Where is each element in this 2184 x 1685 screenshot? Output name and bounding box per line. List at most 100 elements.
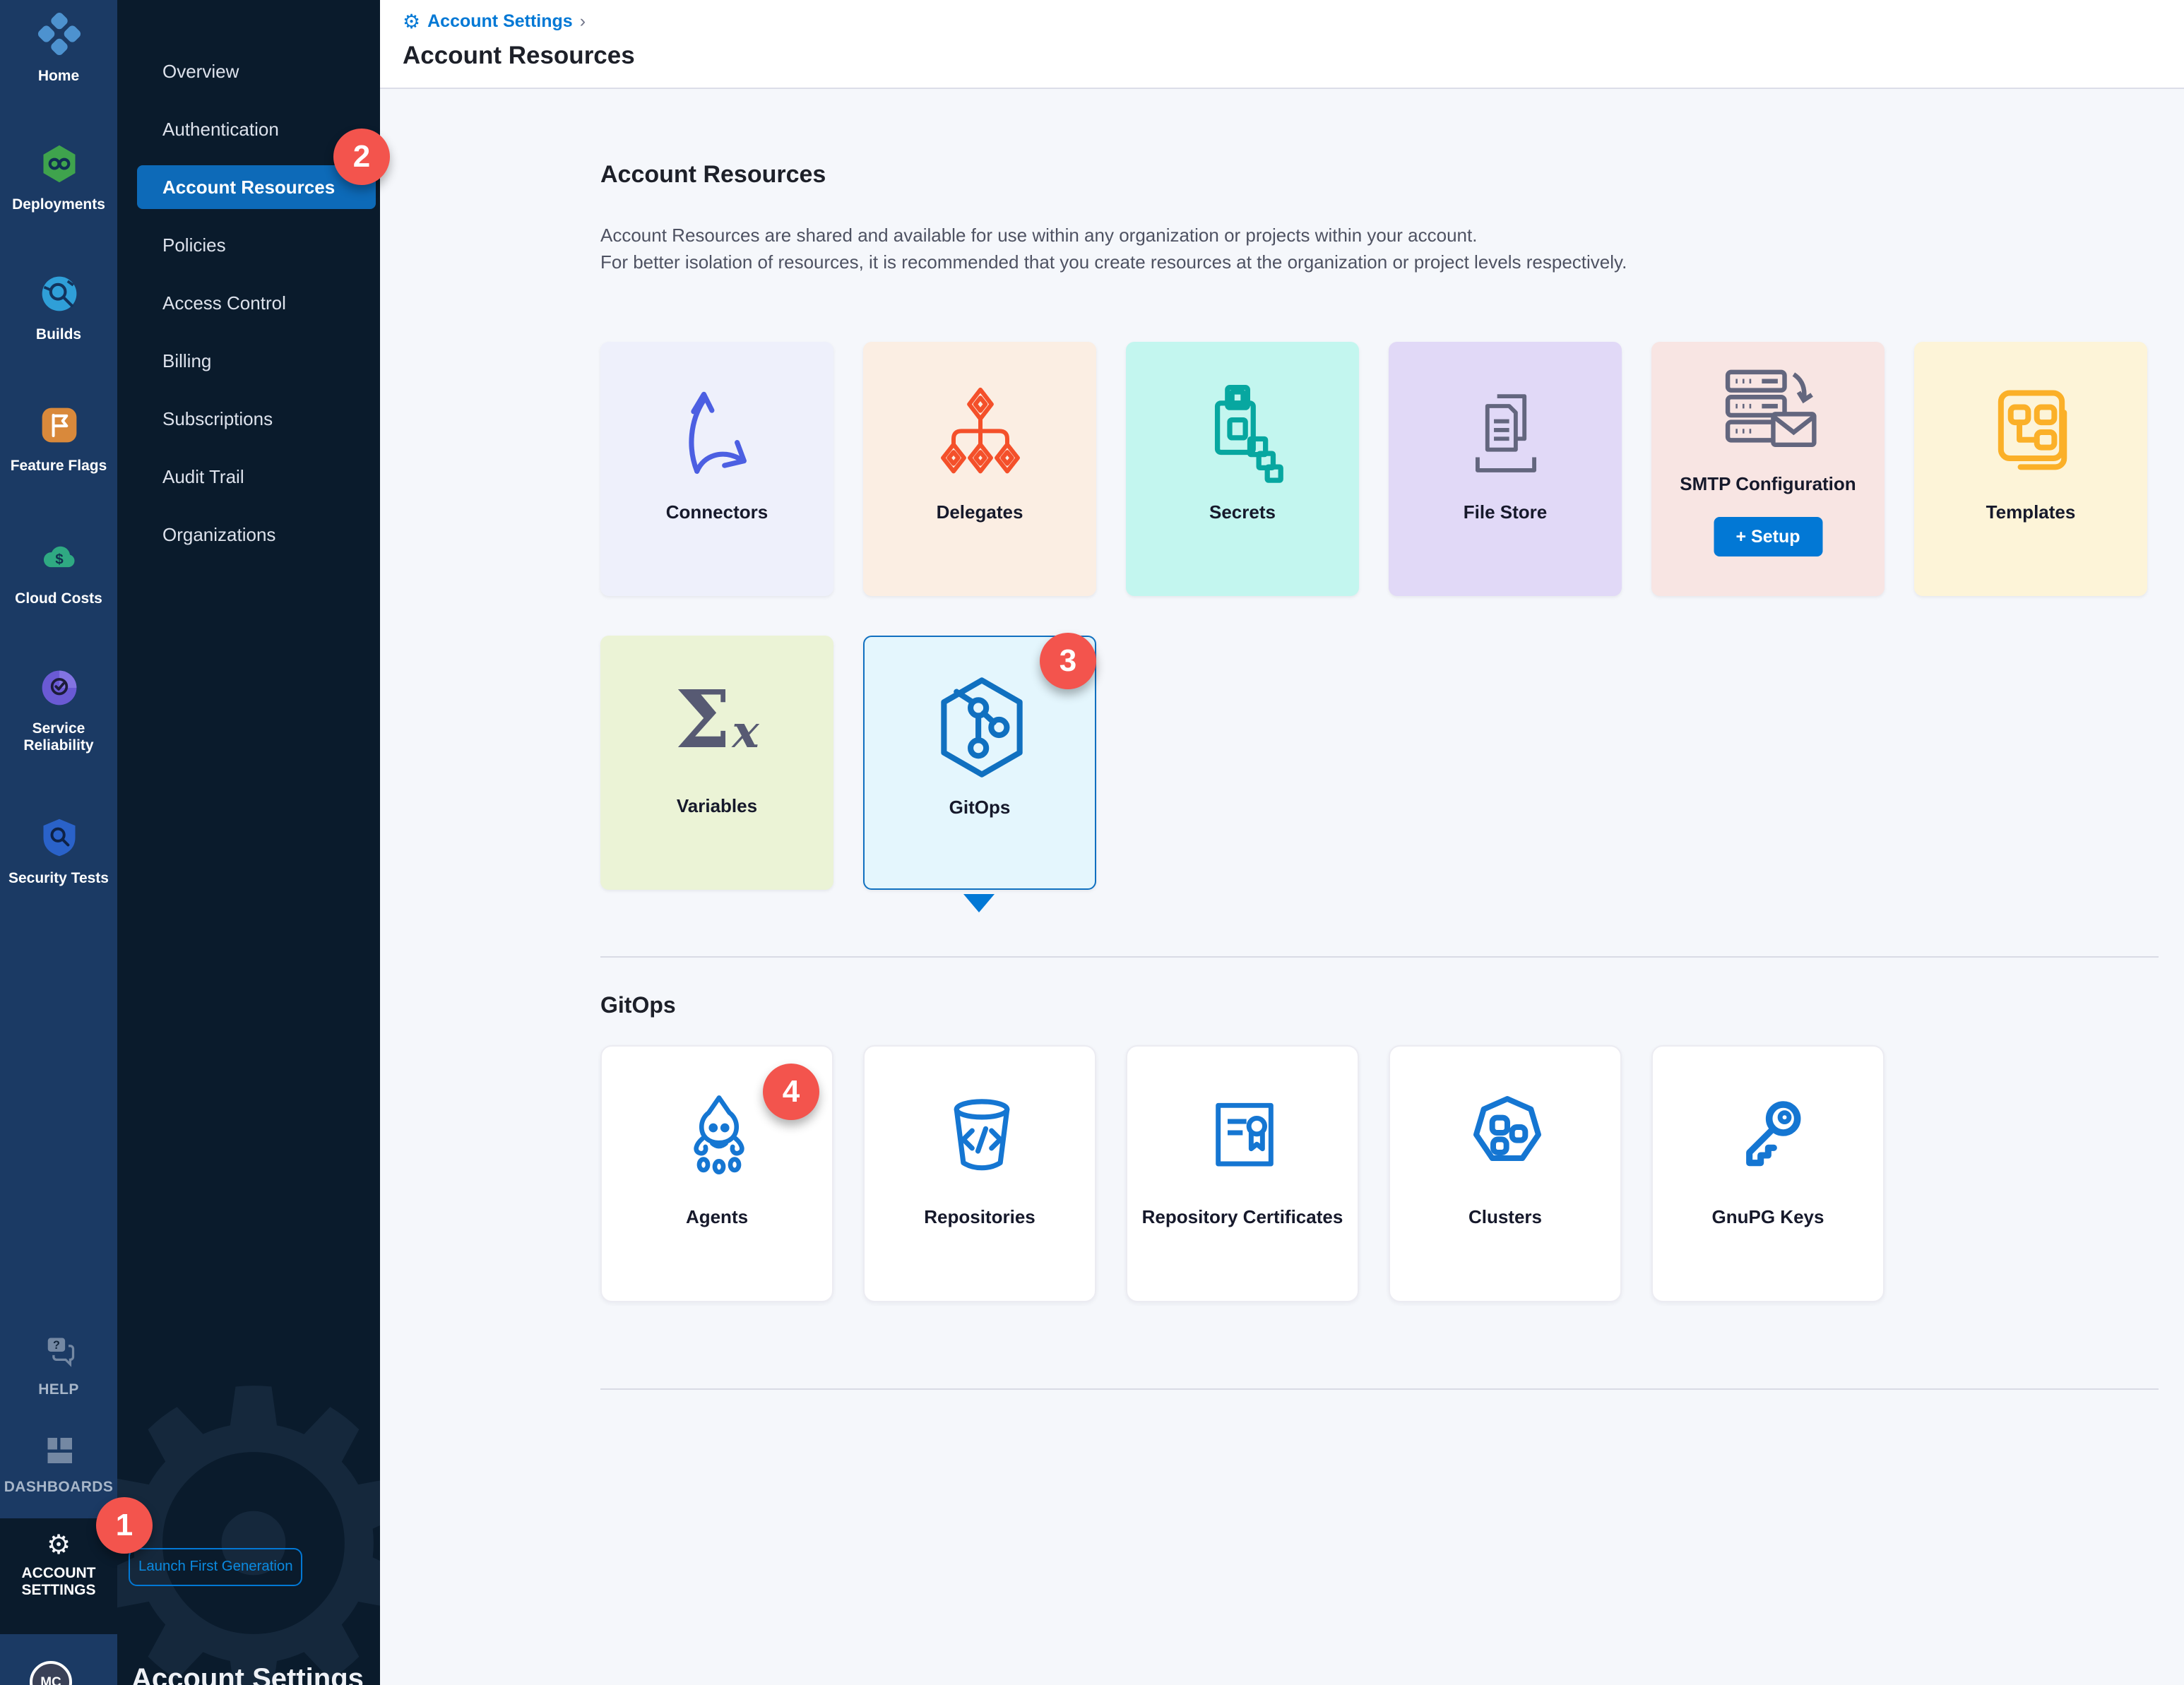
gear-icon: ⚙ bbox=[403, 11, 420, 31]
templates-icon bbox=[1914, 362, 2147, 503]
sidebar-item-label: Service Reliability bbox=[0, 720, 117, 754]
section-title: Account Resources bbox=[600, 161, 826, 189]
sidebar-item-label: Home bbox=[0, 68, 117, 85]
gnupg-keys-icon bbox=[1653, 1075, 1886, 1196]
sidebar-item-cloud-costs[interactable]: $ Cloud Costs bbox=[0, 537, 117, 607]
content-area: Account Resources Account Resources are … bbox=[380, 89, 2184, 1685]
description-line: For better isolation of resources, it is… bbox=[600, 249, 1627, 275]
service-reliability-icon bbox=[0, 667, 117, 716]
sidebar-item-label: Feature Flags bbox=[0, 458, 117, 475]
delegates-icon bbox=[863, 362, 1096, 503]
card-label: Secrets bbox=[1134, 483, 1351, 540]
sidebar-item-help[interactable]: ? HELP bbox=[0, 1333, 117, 1398]
settings-nav-overview[interactable]: Overview bbox=[117, 42, 380, 100]
deployments-icon bbox=[0, 143, 117, 192]
annotation-badge-4: 4 bbox=[763, 1064, 819, 1120]
builds-icon bbox=[0, 273, 117, 322]
sidebar-item-deployments[interactable]: Deployments bbox=[0, 143, 117, 213]
smtp-configuration-icon bbox=[1651, 353, 1885, 477]
description-line: Account Resources are shared and availab… bbox=[600, 223, 1627, 249]
card-file-store[interactable]: File Store bbox=[1389, 342, 1622, 596]
sidebar-item-label: HELP bbox=[0, 1381, 117, 1398]
resource-cards-row-2: Σx Variables GitOps bbox=[600, 636, 1096, 890]
page-title: Account Resources bbox=[403, 41, 635, 71]
app-window: Home Deployments Builds Feature Flags $ … bbox=[0, 0, 2184, 1685]
home-icon bbox=[0, 11, 117, 64]
card-label: GnuPG Keys bbox=[1661, 1188, 1875, 1244]
card-label: SMTP Configuration bbox=[1660, 466, 1876, 500]
settings-nav-footer-title: Account Settings bbox=[131, 1664, 364, 1685]
settings-nav-organizations[interactable]: Organizations bbox=[117, 506, 380, 564]
file-store-icon bbox=[1389, 362, 1622, 503]
card-templates[interactable]: Templates bbox=[1914, 342, 2147, 596]
gear-watermark-icon: ⚙ bbox=[117, 1335, 380, 1685]
cloud-costs-icon: $ bbox=[0, 537, 117, 586]
variables-icon: Σx bbox=[600, 655, 833, 797]
card-label: GitOps bbox=[873, 778, 1086, 835]
connectors-icon bbox=[600, 362, 833, 503]
card-label: Repository Certificates bbox=[1136, 1188, 1349, 1244]
breadcrumb-account-settings-link[interactable]: Account Settings bbox=[427, 11, 573, 31]
section-divider bbox=[600, 956, 2159, 958]
card-label: Variables bbox=[609, 777, 825, 833]
card-gnupg-keys[interactable]: GnuPG Keys bbox=[1651, 1045, 1885, 1302]
dashboards-icon bbox=[0, 1434, 117, 1475]
card-secrets[interactable]: Secrets bbox=[1126, 342, 1359, 596]
launch-first-generation-button[interactable]: Launch First Generation bbox=[129, 1548, 302, 1586]
sidebar-item-label: Deployments bbox=[0, 196, 117, 213]
card-label: Clusters bbox=[1399, 1188, 1612, 1244]
feature-flags-icon bbox=[0, 404, 117, 453]
annotation-badge-3: 3 bbox=[1040, 633, 1096, 689]
card-label: Agents bbox=[610, 1188, 824, 1244]
security-tests-icon bbox=[0, 816, 117, 866]
settings-nav-audit-trail[interactable]: Audit Trail bbox=[117, 448, 380, 506]
gitops-section-title: GitOps bbox=[600, 994, 676, 1020]
card-connectors[interactable]: Connectors bbox=[600, 342, 833, 596]
sidebar-item-service-reliability[interactable]: Service Reliability bbox=[0, 667, 117, 754]
settings-nav-billing[interactable]: Billing bbox=[117, 332, 380, 390]
settings-nav-list: Overview Authentication Account Resource… bbox=[117, 42, 380, 564]
clusters-icon bbox=[1390, 1075, 1623, 1196]
resource-cards-row-1: Connectors Delegates Secrets bbox=[600, 342, 2147, 596]
card-repositories[interactable]: Repositories bbox=[863, 1045, 1096, 1302]
breadcrumb: ⚙ Account Settings › bbox=[403, 11, 586, 31]
svg-text:$: $ bbox=[54, 551, 63, 567]
sidebar-item-feature-flags[interactable]: Feature Flags bbox=[0, 404, 117, 475]
card-delegates[interactable]: Delegates bbox=[863, 342, 1096, 596]
page-header: ⚙ Account Settings › Account Resources bbox=[380, 0, 2184, 89]
sidebar-item-label: Cloud Costs bbox=[0, 590, 117, 607]
annotation-badge-2: 2 bbox=[333, 129, 390, 185]
card-label: Delegates bbox=[872, 483, 1088, 540]
svg-text:?: ? bbox=[52, 1339, 59, 1352]
settings-nav-policies[interactable]: Policies bbox=[117, 216, 380, 274]
sidebar-item-security-tests[interactable]: Security Tests bbox=[0, 816, 117, 887]
card-label: File Store bbox=[1397, 483, 1613, 540]
sidebar-item-home[interactable]: Home bbox=[0, 11, 117, 85]
settings-nav-access-control[interactable]: Access Control bbox=[117, 274, 380, 332]
sidebar-item-label: Builds bbox=[0, 326, 117, 343]
help-icon: ? bbox=[0, 1333, 117, 1377]
section-description: Account Resources are shared and availab… bbox=[600, 223, 1627, 275]
card-clusters[interactable]: Clusters bbox=[1389, 1045, 1622, 1302]
card-variables[interactable]: Σx Variables bbox=[600, 636, 833, 890]
card-label: Templates bbox=[1923, 483, 2139, 540]
annotation-badge-1: 1 bbox=[96, 1497, 153, 1554]
sidebar-item-label: Security Tests bbox=[0, 870, 117, 887]
smtp-setup-button[interactable]: + Setup bbox=[1714, 517, 1823, 556]
module-nav-sidebar: Home Deployments Builds Feature Flags $ … bbox=[0, 0, 117, 1685]
settings-nav-sidebar: ⚙ Overview Authentication Account Resour… bbox=[117, 0, 380, 1685]
avatar[interactable]: MC bbox=[30, 1661, 72, 1685]
card-repository-certificates[interactable]: Repository Certificates bbox=[1126, 1045, 1359, 1302]
secrets-icon bbox=[1126, 362, 1359, 503]
sidebar-item-builds[interactable]: Builds bbox=[0, 273, 117, 343]
sidebar-item-label: DASHBOARDS bbox=[0, 1479, 117, 1496]
chevron-right-icon: › bbox=[580, 11, 586, 31]
sidebar-item-label: ACCOUNT SETTINGS bbox=[0, 1565, 117, 1599]
section-divider bbox=[600, 1388, 2159, 1390]
card-label: Connectors bbox=[609, 483, 825, 540]
sidebar-item-dashboards[interactable]: DASHBOARDS bbox=[0, 1434, 117, 1496]
settings-nav-subscriptions[interactable]: Subscriptions bbox=[117, 390, 380, 448]
card-label: Repositories bbox=[873, 1188, 1086, 1244]
card-smtp-configuration[interactable]: SMTP Configuration + Setup bbox=[1651, 342, 1885, 596]
repository-certificates-icon bbox=[1127, 1075, 1360, 1196]
